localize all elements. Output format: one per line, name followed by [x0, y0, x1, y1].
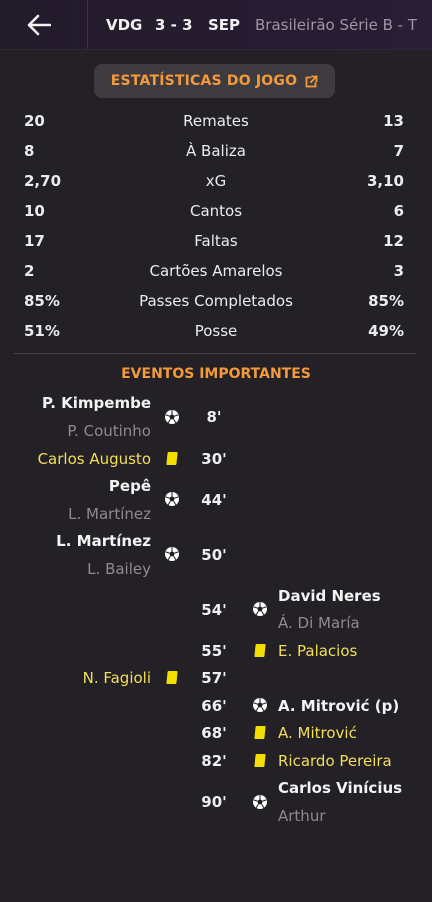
stat-away-value: 12 [383, 232, 404, 250]
stat-row: 2,70 xG 3,10 [0, 168, 432, 198]
stat-away-value: 6 [393, 202, 404, 220]
goal-scorer[interactable]: L. Martínez [56, 532, 151, 550]
stat-away-value: 49% [368, 322, 404, 340]
stat-away-value: 85% [368, 292, 404, 310]
event-minute: 55' [201, 642, 227, 660]
stat-row: 10 Cantos 6 [0, 198, 432, 228]
stat-row: 20 Remates 13 [0, 108, 432, 138]
stat-name: Cartões Amarelos [149, 262, 283, 280]
stat-row: 17 Faltas 12 [0, 228, 432, 258]
football-icon [165, 410, 179, 424]
away-team-code: SEP [208, 16, 241, 34]
event-minute: 57' [201, 669, 227, 687]
event-minute: 8' [206, 408, 222, 426]
event-minute: 82' [201, 752, 227, 770]
booked-player[interactable]: E. Palacios [278, 642, 357, 660]
yellow-card-icon [166, 452, 178, 465]
goal-assist[interactable]: Á. Di María [278, 614, 360, 632]
stat-row: 85% Passes Completados 85% [0, 288, 432, 318]
goal-scorer[interactable]: Carlos Vinícius [278, 779, 402, 797]
yellow-card-icon [166, 671, 178, 684]
key-events-title: EVENTOS IMPORTANTES [121, 366, 311, 382]
goal-scorer[interactable]: David Neres [278, 587, 381, 605]
yellow-card-icon [254, 726, 266, 739]
goal-assist[interactable]: L. Bailey [87, 560, 151, 578]
arrow-left-icon [27, 14, 51, 36]
stat-row: 51% Posse 49% [0, 318, 432, 348]
booked-player[interactable]: N. Fagioli [83, 669, 151, 687]
goal-scorer[interactable]: Pepê [109, 477, 151, 495]
goal-assist[interactable]: L. Martínez [68, 505, 151, 523]
stat-name: À Baliza [186, 142, 246, 160]
goal-scorer[interactable]: P. Kimpembe [42, 394, 151, 412]
event-minute: 50' [201, 546, 227, 564]
booked-player[interactable]: Carlos Augusto [38, 450, 151, 468]
booked-player[interactable]: A. Mitrović [278, 724, 357, 742]
football-icon [253, 698, 267, 712]
stat-name: Remates [183, 112, 249, 130]
event-minute: 44' [201, 491, 227, 509]
match-stats-button[interactable]: ESTATÍSTICAS DO JOGO [94, 64, 335, 98]
match-stats-title: ESTATÍSTICAS DO JOGO [110, 73, 298, 89]
match-score: 3 - 3 [155, 16, 193, 34]
goal-assist[interactable]: Arthur [278, 807, 326, 825]
football-icon [253, 795, 267, 809]
stat-name: Faltas [194, 232, 238, 250]
football-icon [165, 492, 179, 506]
home-team-code: VDG [106, 16, 143, 34]
stat-away-value: 13 [383, 112, 404, 130]
football-icon [165, 547, 179, 561]
stat-row: 8 À Baliza 7 [0, 138, 432, 168]
header-divider [87, 0, 88, 49]
stat-away-value: 7 [393, 142, 404, 160]
stat-away-value: 3 [393, 262, 404, 280]
event-minute: 54' [201, 601, 227, 619]
event-minute: 30' [201, 450, 227, 468]
yellow-card-icon [254, 644, 266, 657]
goal-scorer[interactable]: A. Mitrović (p) [278, 697, 399, 715]
event-minute: 90' [201, 793, 227, 811]
football-icon [253, 602, 267, 616]
event-minute: 68' [201, 724, 227, 742]
external-link-icon [305, 74, 318, 87]
competition-name: Brasileirão Série B - T [255, 16, 417, 34]
section-divider [14, 353, 416, 354]
yellow-card-icon [254, 754, 266, 767]
event-minute: 66' [201, 697, 227, 715]
stat-row: 2 Cartões Amarelos 3 [0, 258, 432, 288]
booked-player[interactable]: Ricardo Pereira [278, 752, 392, 770]
stat-name: Cantos [189, 202, 243, 220]
back-button[interactable] [22, 8, 56, 42]
stat-away-value: 3,10 [366, 172, 404, 190]
goal-assist[interactable]: P. Coutinho [67, 422, 151, 440]
match-header: VDG 3 - 3 SEP Brasileirão Série B - T [0, 0, 432, 50]
